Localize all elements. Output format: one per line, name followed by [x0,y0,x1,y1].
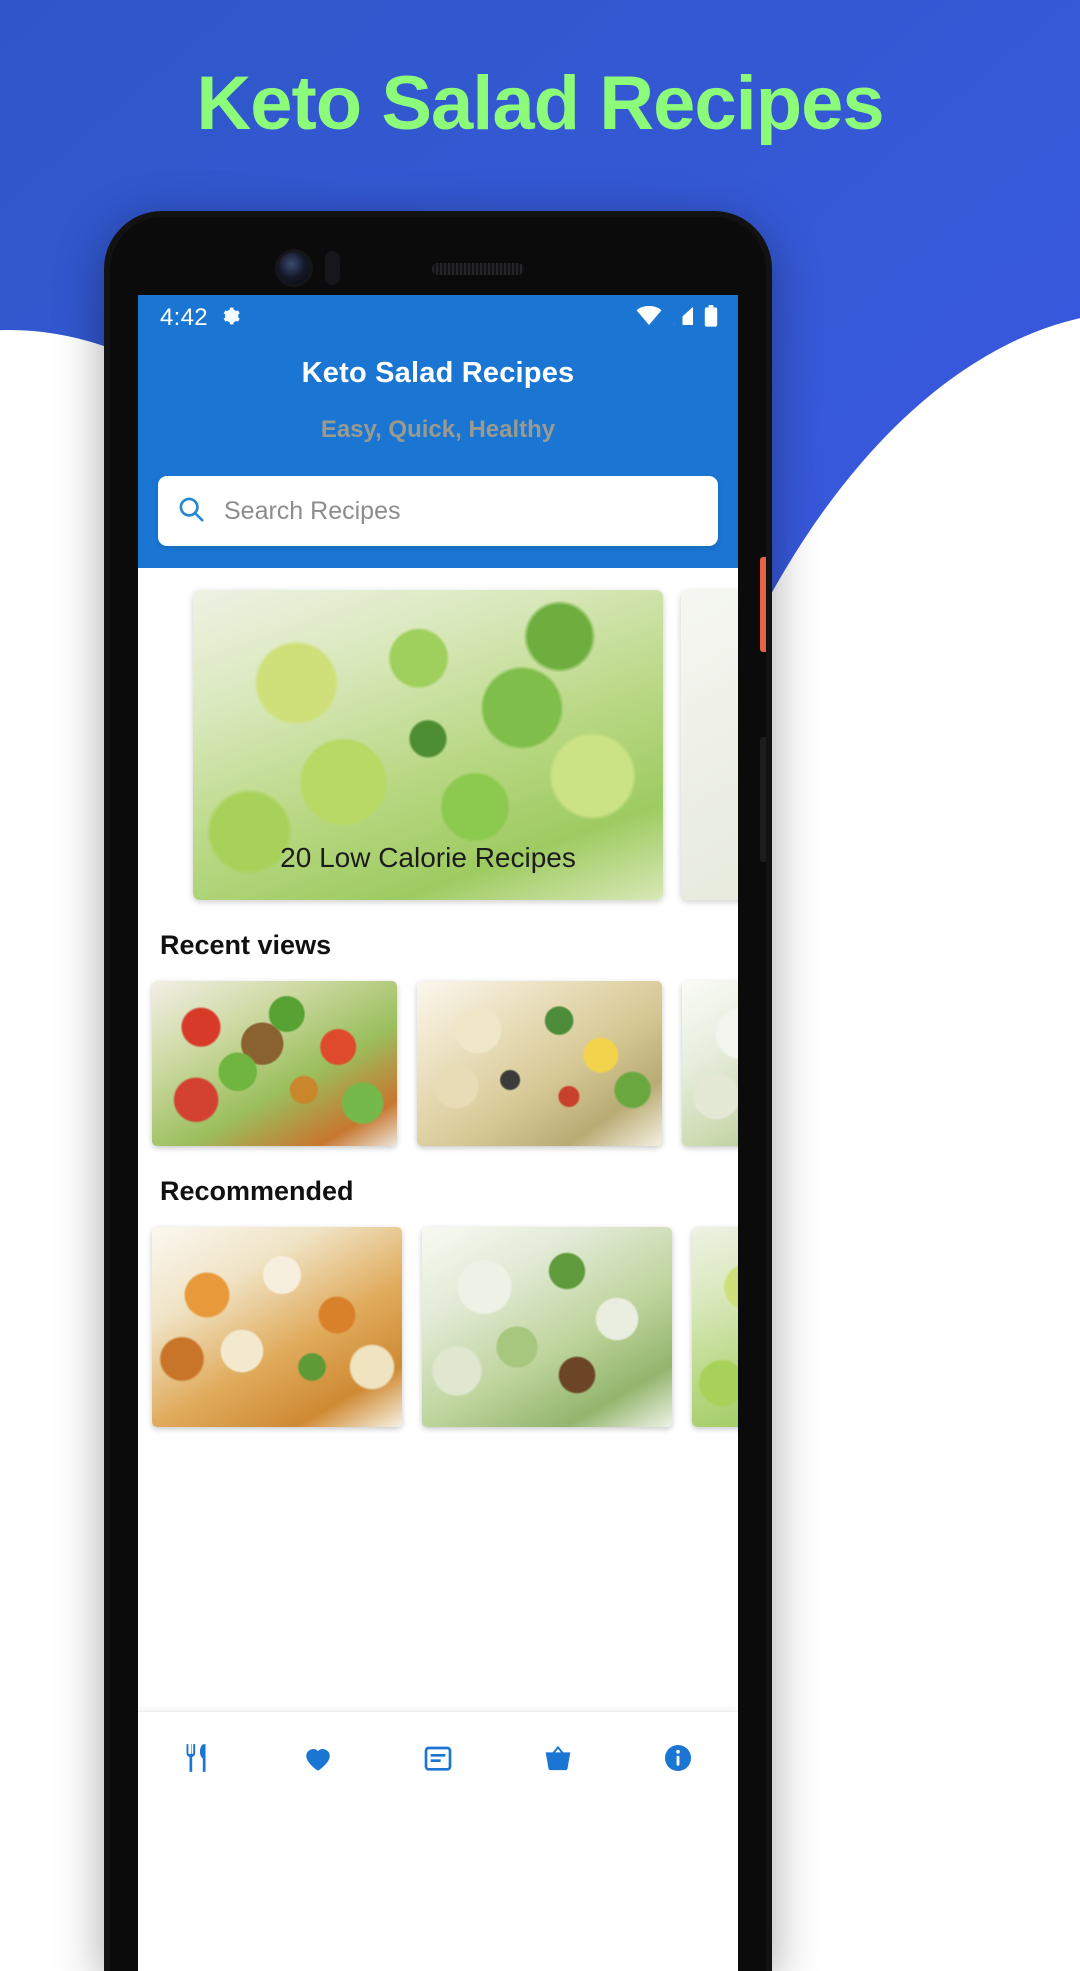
nav-item-planner[interactable] [378,1742,498,1779]
recipe-card[interactable] [422,1227,672,1427]
search-bar-container: Search Recipes [158,476,718,568]
featured-card[interactable]: 20 Low Calorie Recipes [193,590,663,900]
recommended-row[interactable] [138,1207,738,1427]
nav-item-info[interactable] [618,1741,738,1780]
recipe-card[interactable] [152,1227,402,1427]
nav-item-shopping[interactable] [498,1741,618,1780]
section-title-recent-views: Recent views [160,930,738,961]
app-title: Keto Salad Recipes [138,357,738,390]
search-placeholder-text: Search Recipes [224,497,400,526]
app-content: 20 Low Calorie Recipes Recent views [138,568,738,1808]
front-camera-icon [278,252,310,284]
recipe-card[interactable] [682,981,738,1146]
app-subtitle: Easy, Quick, Healthy [138,416,738,444]
phone-mockup: 4:42 [104,211,772,1971]
recipe-card[interactable] [417,981,662,1146]
gear-icon [218,304,242,333]
heart-icon [301,1741,335,1780]
featured-carousel[interactable]: 20 Low Calorie Recipes [138,568,738,900]
phone-screen: 4:42 [138,295,738,1971]
status-bar-clock: 4:42 [160,304,208,332]
nav-item-recipes[interactable] [138,1741,258,1780]
app-header: Keto Salad Recipes Easy, Quick, Healthy … [138,341,738,568]
recipe-card[interactable] [692,1227,738,1427]
status-bar-left: 4:42 [160,304,242,333]
cutlery-icon [181,1741,215,1780]
status-bar-right [636,305,718,332]
earpiece-speaker-icon [432,263,524,275]
signal-icon [671,306,695,331]
promo-headline: Keto Salad Recipes [0,62,1080,146]
featured-card-photo [681,590,738,900]
volume-button[interactable] [760,737,766,862]
phone-bezel-top [110,217,766,295]
sensor-icon [325,251,340,285]
calendar-icon [422,1742,454,1779]
wifi-icon [636,306,662,331]
status-bar: 4:42 [138,295,738,341]
recent-views-row[interactable] [138,961,738,1146]
nav-item-favorites[interactable] [258,1741,378,1780]
phone-bezel: 4:42 [110,217,766,1971]
search-icon [176,494,206,529]
featured-card-caption: 20 Low Calorie Recipes [193,842,663,874]
featured-card[interactable] [681,590,738,900]
battery-icon [704,305,718,332]
power-button[interactable] [760,557,766,652]
info-icon [661,1741,695,1780]
search-input[interactable]: Search Recipes [158,476,718,546]
section-title-recommended: Recommended [160,1176,738,1207]
basket-icon [541,1741,575,1780]
recipe-card[interactable] [152,981,397,1146]
bottom-navigation-bar [138,1711,738,1808]
